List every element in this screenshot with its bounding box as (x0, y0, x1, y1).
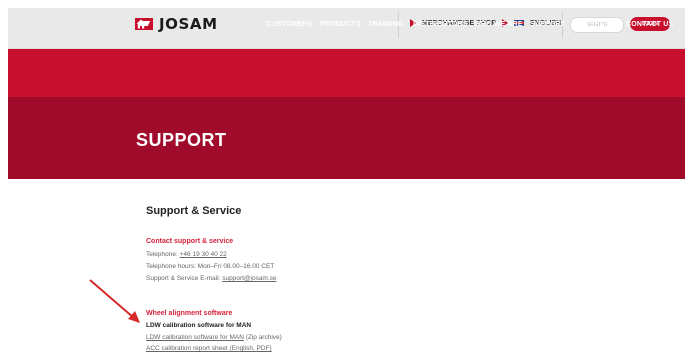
email-label: Support & Service E-mail: (146, 275, 223, 282)
main-navigation (8, 49, 685, 97)
contact-heading: Contact support & service (146, 238, 234, 245)
nav-support[interactable]: SUPPORT (530, 21, 565, 28)
email-link[interactable]: support@josam.se (222, 275, 276, 282)
page-frame: JOSAM MERCHANDISE SHOP ENGLISH SEARCH LO… (0, 0, 693, 354)
logo-text: JOSAM (159, 15, 218, 33)
telephone-label: Telephone: (146, 251, 180, 258)
nav-distributors[interactable]: DISTRIBUTORS (413, 21, 468, 28)
email-line: Support & Service E-mail: support@josam.… (146, 275, 277, 282)
nav-products[interactable]: PRODUCTS (320, 21, 361, 28)
wheel-alignment-heading: Wheel alignment software (146, 310, 233, 317)
nav-who-we-are[interactable]: WHO WE ARE (474, 21, 523, 28)
nav-customers[interactable]: CUSTOMERS (266, 21, 312, 28)
ldw-download-line: LDW calibration software for MAN (Zip ar… (146, 334, 282, 341)
annotation-arrow-icon (89, 279, 140, 323)
acc-report-link[interactable]: ACC calibration report sheet (English, P… (146, 345, 272, 352)
nav-contact-us[interactable]: CONTACT US (626, 21, 673, 28)
ldw-file-type: (Zip archive) (243, 334, 282, 341)
home-icon[interactable] (136, 19, 146, 29)
ldw-download-link[interactable]: LDW calibration software for MAN (146, 334, 244, 341)
josam-logo[interactable]: JOSAM (135, 15, 218, 33)
ldw-title: LDW calibration software for MAN (146, 322, 252, 329)
acc-report-line: ACC calibration report sheet (English, P… (146, 345, 272, 352)
page-title: SUPPORT (136, 130, 227, 150)
telephone-line: Telephone: +46 19 30 40 22 (146, 251, 227, 258)
nav-brochures[interactable]: BROCHURES (573, 21, 620, 28)
telephone-link[interactable]: +46 19 30 40 22 (180, 251, 227, 258)
telephone-hours: Telephone hours: Mon–Fri 08.00–16.00 CET (146, 263, 275, 270)
section-title: Support & Service (146, 205, 242, 217)
hero-banner (8, 97, 685, 179)
nav-training[interactable]: TRAINING (368, 21, 403, 28)
